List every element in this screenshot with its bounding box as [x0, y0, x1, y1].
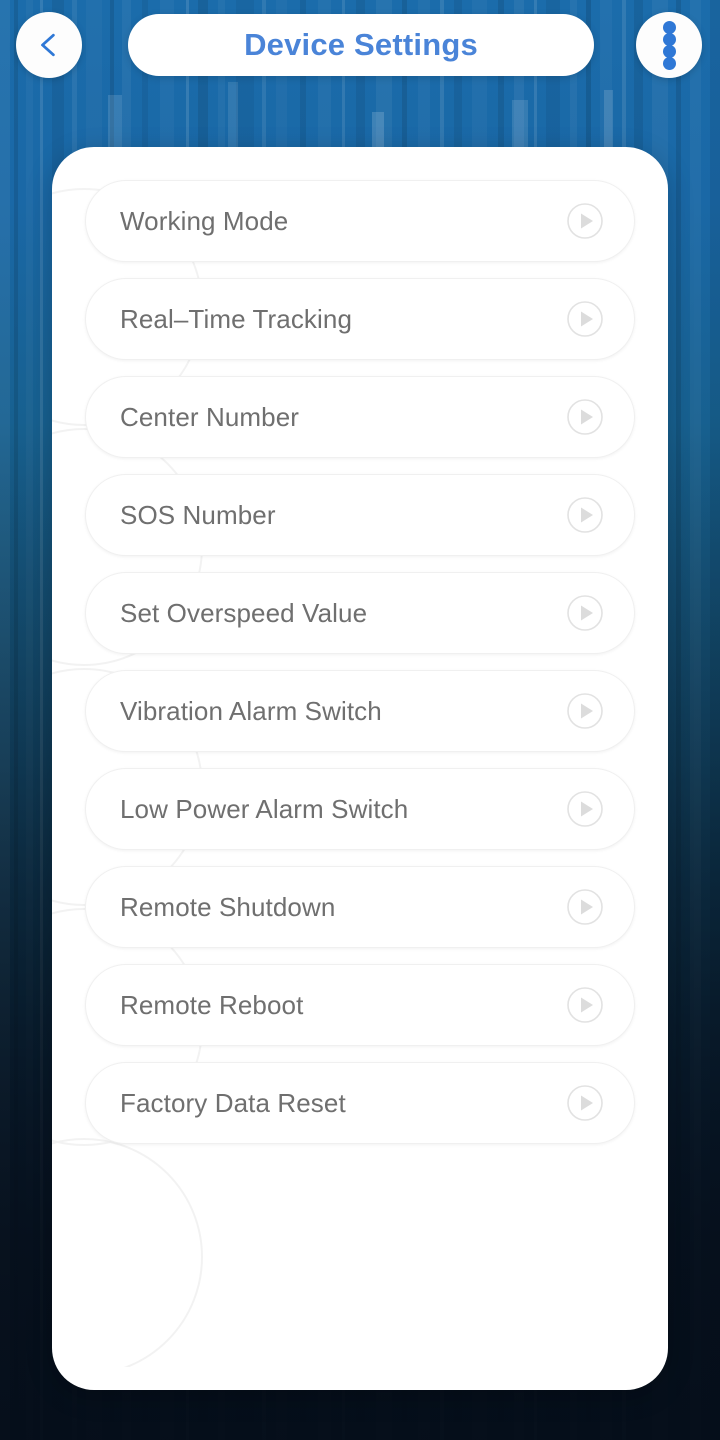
app-root: Device Settings Working Mode Real–Time Tr… — [0, 0, 720, 1440]
settings-list-item-label: Center Number — [120, 401, 300, 432]
settings-list-item-label: Remote Shutdown — [120, 891, 336, 922]
play-circle-chevron-icon[interactable] — [566, 692, 604, 730]
play-circle-chevron-icon[interactable] — [566, 496, 604, 534]
menu-dot — [662, 20, 676, 34]
play-circle-chevron-icon[interactable] — [566, 594, 604, 632]
play-circle-chevron-icon[interactable] — [566, 888, 604, 926]
settings-list-item[interactable]: Real–Time Tracking — [85, 278, 635, 360]
settings-list-item[interactable]: Low Power Alarm Switch — [85, 768, 635, 850]
settings-list-item-label: Working Mode — [120, 205, 289, 236]
play-circle-chevron-icon[interactable] — [566, 986, 604, 1024]
settings-list-item-label: Factory Data Reset — [120, 1087, 346, 1118]
settings-list-item[interactable]: Vibration Alarm Switch — [85, 670, 635, 752]
settings-list-item[interactable]: Remote Reboot — [85, 964, 635, 1046]
page-title: Device Settings — [244, 27, 478, 62]
overflow-menu-button[interactable] — [636, 12, 702, 78]
settings-list-item-label: SOS Number — [120, 499, 276, 530]
settings-list-item[interactable]: Working Mode — [85, 180, 635, 262]
menu-dot — [662, 56, 676, 70]
play-circle-chevron-icon[interactable] — [566, 1084, 604, 1122]
play-circle-chevron-icon[interactable] — [566, 790, 604, 828]
page-title-pill: Device Settings — [128, 14, 594, 76]
vertical-dots-menu-icon — [662, 20, 676, 70]
settings-list-item-label: Remote Reboot — [120, 989, 304, 1020]
back-button[interactable] — [16, 12, 82, 78]
settings-list-item-label: Vibration Alarm Switch — [120, 695, 382, 726]
settings-list-item[interactable]: Center Number — [85, 376, 635, 458]
settings-list-item[interactable]: Factory Data Reset — [85, 1062, 635, 1144]
settings-list-item[interactable]: SOS Number — [85, 474, 635, 556]
settings-list-item[interactable]: Set Overspeed Value — [85, 572, 635, 654]
settings-list-item-label: Low Power Alarm Switch — [120, 793, 409, 824]
menu-dot — [662, 32, 676, 46]
menu-dot — [662, 44, 676, 58]
settings-list-item[interactable]: Remote Shutdown — [85, 866, 635, 948]
settings-card: Working Mode Real–Time Tracking Center Num… — [52, 147, 668, 1390]
settings-list: Working Mode Real–Time Tracking Center Num… — [52, 147, 668, 1144]
settings-list-item-label: Set Overspeed Value — [120, 597, 368, 628]
play-circle-chevron-icon[interactable] — [566, 300, 604, 338]
play-circle-chevron-icon[interactable] — [566, 398, 604, 436]
settings-list-item-label: Real–Time Tracking — [120, 303, 353, 334]
app-header: Device Settings — [0, 0, 720, 90]
chevron-left-icon — [41, 33, 55, 57]
play-circle-chevron-icon[interactable] — [566, 202, 604, 240]
